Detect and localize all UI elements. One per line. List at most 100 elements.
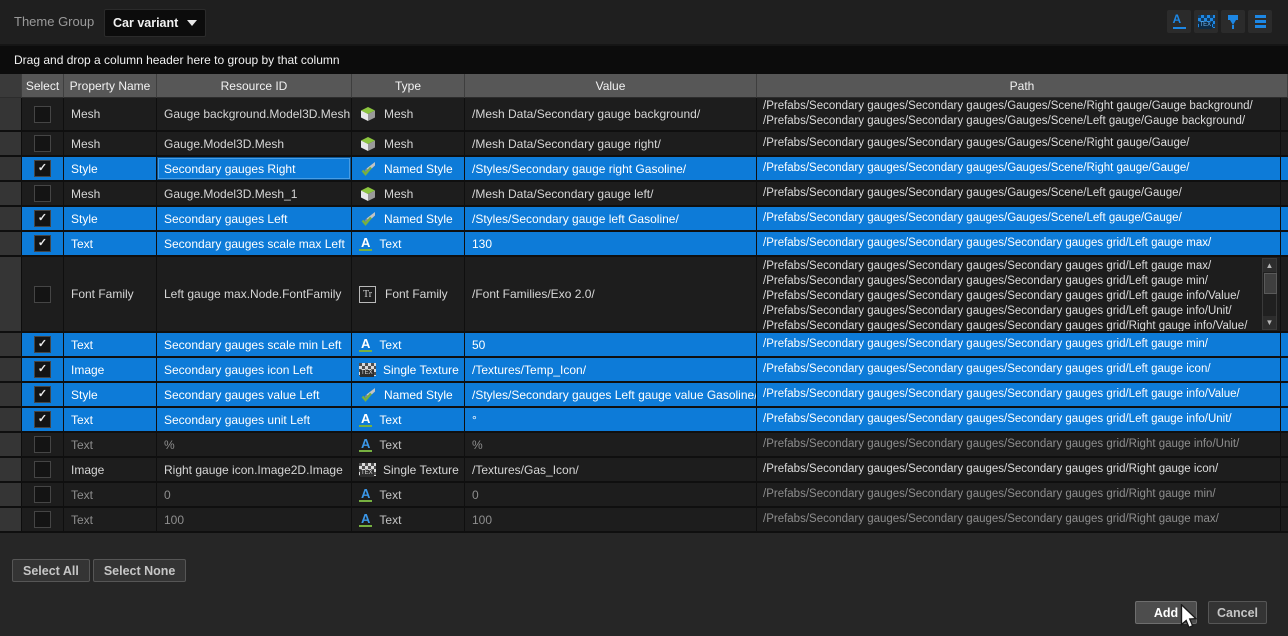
property-name-cell: Style <box>64 207 157 230</box>
header-select[interactable]: Select <box>22 74 64 98</box>
row-gutter <box>1281 333 1288 356</box>
table-row[interactable]: TextSecondary gauges scale min LeftAText… <box>0 333 1288 358</box>
header-resource-id[interactable]: Resource ID <box>157 74 352 98</box>
row-checkbox[interactable] <box>34 106 51 123</box>
row-checkbox[interactable] <box>34 135 51 152</box>
table-row[interactable]: TextSecondary gauges unit LeftAText°/Pre… <box>0 408 1288 433</box>
cancel-button[interactable]: Cancel <box>1208 601 1267 624</box>
row-checkbox[interactable] <box>34 336 51 353</box>
resource-id-cell[interactable]: Secondary gauges icon Left <box>157 358 352 381</box>
table-row[interactable]: Text0AText0/Prefabs/Secondary gauges/Sec… <box>0 483 1288 508</box>
row-checkbox[interactable] <box>34 185 51 202</box>
row-gutter <box>1281 383 1288 406</box>
property-name-cell: Image <box>64 458 157 481</box>
row-indicator <box>0 157 22 180</box>
table-row[interactable]: MeshGauge background.Model3D.MeshMesh/Me… <box>0 98 1288 132</box>
header-value[interactable]: Value <box>465 74 757 98</box>
type-cell: AText <box>352 333 465 356</box>
row-checkbox[interactable] <box>34 386 51 403</box>
row-indicator <box>0 232 22 255</box>
text-type-icon: A <box>359 413 372 427</box>
select-cell <box>22 458 64 481</box>
table-row[interactable]: MeshGauge.Model3D.Mesh_1Mesh/Mesh Data/S… <box>0 182 1288 207</box>
select-cell <box>22 182 64 205</box>
row-indicator <box>0 408 22 431</box>
path-line: /Prefabs/Secondary gauges/Secondary gaug… <box>763 99 1253 114</box>
resource-id-cell[interactable]: Right gauge icon.Image2D.Image <box>157 458 352 481</box>
value-cell: 130 <box>465 232 757 255</box>
row-checkbox[interactable] <box>34 160 51 177</box>
style-type-icon <box>359 387 377 403</box>
type-label: Mesh <box>384 107 413 121</box>
row-checkbox[interactable] <box>34 436 51 453</box>
scrollbar-down-button[interactable]: ▼ <box>1263 316 1276 329</box>
type-label: Text <box>379 488 401 502</box>
list-filter-button[interactable] <box>1248 10 1272 33</box>
select-none-button[interactable]: Select None <box>93 559 187 582</box>
table-row[interactable]: StyleSecondary gauges LeftNamed Style/St… <box>0 207 1288 232</box>
table-row[interactable]: Font FamilyLeft gauge max.Node.FontFamil… <box>0 257 1288 333</box>
resource-id-cell[interactable]: Secondary gauges scale max Left <box>157 232 352 255</box>
resource-id-cell[interactable]: Gauge.Model3D.Mesh <box>157 132 352 155</box>
table-row[interactable]: StyleSecondary gauges value LeftNamed St… <box>0 383 1288 408</box>
table-row[interactable]: ImageSecondary gauges icon LeftTEXSingle… <box>0 358 1288 383</box>
table-row[interactable]: StyleSecondary gauges RightNamed Style/S… <box>0 157 1288 182</box>
row-checkbox[interactable] <box>34 511 51 528</box>
table-row[interactable]: MeshGauge.Model3D.MeshMesh/Mesh Data/Sec… <box>0 132 1288 157</box>
row-gutter <box>1281 232 1288 255</box>
type-cell: TEXSingle Texture <box>352 358 465 381</box>
resource-id-cell[interactable]: 100 <box>157 508 352 531</box>
texture-filter-button[interactable]: TEX <box>1194 10 1218 33</box>
value-cell: /Styles/Secondary gauge right Gasoline/ <box>465 157 757 180</box>
select-all-button[interactable]: Select All <box>12 559 90 582</box>
resource-id-cell[interactable]: Secondary gauges Left <box>157 207 352 230</box>
resource-id-cell[interactable]: Secondary gauges value Left <box>157 383 352 406</box>
row-gutter <box>1281 257 1288 331</box>
path-cell: /Prefabs/Secondary gauges/Secondary gaug… <box>757 408 1281 431</box>
row-checkbox[interactable] <box>34 235 51 252</box>
brush-filter-button[interactable] <box>1221 10 1245 33</box>
type-cell: TrFont Family <box>352 257 465 331</box>
select-cell <box>22 232 64 255</box>
table-row[interactable]: Text%AText%/Prefabs/Secondary gauges/Sec… <box>0 433 1288 458</box>
select-cell <box>22 132 64 155</box>
row-checkbox[interactable] <box>34 461 51 478</box>
cell-scrollbar[interactable]: ▲▼ <box>1262 258 1277 330</box>
scrollbar-thumb[interactable] <box>1264 273 1277 294</box>
resource-id-cell[interactable]: Gauge.Model3D.Mesh_1 <box>157 182 352 205</box>
row-checkbox[interactable] <box>34 286 51 303</box>
header-type[interactable]: Type <box>352 74 465 98</box>
path-cell: /Prefabs/Secondary gauges/Secondary gaug… <box>757 433 1281 456</box>
resource-id-cell[interactable]: Secondary gauges unit Left <box>157 408 352 431</box>
resource-id-cell[interactable]: 0 <box>157 483 352 506</box>
add-button[interactable]: Add <box>1135 601 1197 624</box>
scrollbar-up-button[interactable]: ▲ <box>1263 259 1276 272</box>
header-path[interactable]: Path <box>757 74 1288 98</box>
table-row[interactable]: Text100AText100/Prefabs/Secondary gauges… <box>0 508 1288 533</box>
property-name-cell: Mesh <box>64 182 157 205</box>
path-line: /Prefabs/Secondary gauges/Secondary gaug… <box>763 319 1247 331</box>
row-checkbox[interactable] <box>34 486 51 503</box>
header-corner <box>0 74 22 98</box>
table-row[interactable]: ImageRight gauge icon.Image2D.ImageTEXSi… <box>0 458 1288 483</box>
path-line: /Prefabs/Secondary gauges/Secondary gaug… <box>763 114 1245 129</box>
theme-group-dropdown[interactable]: Car variant <box>104 9 206 37</box>
resource-id-cell[interactable]: Gauge background.Model3D.Mesh <box>157 98 352 130</box>
resource-id-cell[interactable]: Left gauge max.Node.FontFamily <box>157 257 352 331</box>
resource-id-cell[interactable]: % <box>157 433 352 456</box>
row-gutter <box>1281 358 1288 381</box>
row-checkbox[interactable] <box>34 361 51 378</box>
resource-id-cell[interactable]: Secondary gauges scale min Left <box>157 333 352 356</box>
group-by-drop-zone[interactable]: Drag and drop a column header here to gr… <box>0 46 1288 74</box>
dialog-buttons: Add Cancel <box>1135 601 1267 624</box>
row-indicator <box>0 483 22 506</box>
resource-id-cell[interactable]: Secondary gauges Right <box>157 157 352 180</box>
row-checkbox[interactable] <box>34 411 51 428</box>
row-checkbox[interactable] <box>34 210 51 227</box>
path-line: /Prefabs/Secondary gauges/Secondary gaug… <box>763 512 1219 527</box>
path-cell: /Prefabs/Secondary gauges/Secondary gaug… <box>757 358 1281 381</box>
table-row[interactable]: TextSecondary gauges scale max LeftAText… <box>0 232 1288 257</box>
header-property-name[interactable]: Property Name <box>64 74 157 98</box>
font-filter-button[interactable]: A <box>1167 10 1191 33</box>
row-indicator <box>0 333 22 356</box>
